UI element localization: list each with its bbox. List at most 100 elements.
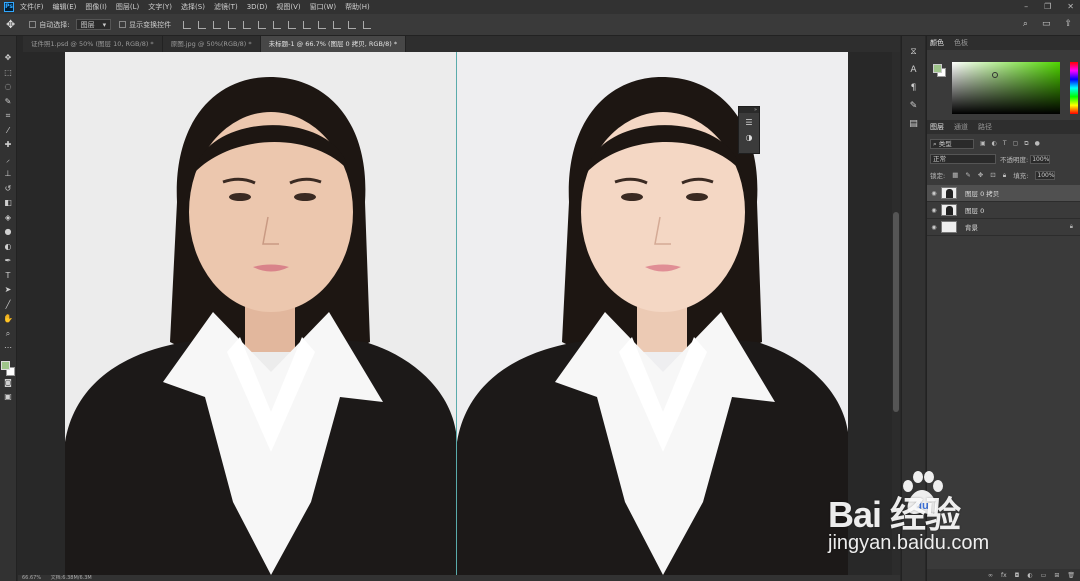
align-left-icon[interactable] xyxy=(228,20,237,29)
adjustments-icon[interactable]: ◑ xyxy=(744,133,754,143)
brush-tool-icon[interactable]: ⸝ xyxy=(3,154,14,165)
lock-artboard-icon[interactable]: ⊡ xyxy=(990,171,995,179)
dodge-tool-icon[interactable]: ◐ xyxy=(3,241,14,252)
menu-edit[interactable]: 编辑(E) xyxy=(53,2,77,12)
move-tool-icon[interactable]: ✥ xyxy=(6,18,15,31)
screen-mode-icon[interactable]: ▣ xyxy=(3,391,14,402)
add-mask-icon[interactable]: ◘ xyxy=(1015,572,1020,579)
distribute-hcenter-icon[interactable] xyxy=(333,20,342,29)
lock-all-icon[interactable]: 🔒︎ xyxy=(1003,171,1006,180)
menu-layer[interactable]: 图层(L) xyxy=(116,2,139,12)
align-top-icon[interactable] xyxy=(183,20,192,29)
menu-3d[interactable]: 3D(D) xyxy=(247,3,268,11)
lock-paint-icon[interactable]: ✎ xyxy=(965,171,970,179)
link-layers-icon[interactable]: ∞ xyxy=(988,572,993,579)
eye-icon[interactable]: ◉ xyxy=(927,224,941,231)
menu-select[interactable]: 选择(S) xyxy=(181,2,205,12)
minimize-icon[interactable]: – xyxy=(1024,2,1028,11)
hue-slider[interactable] xyxy=(1070,62,1078,114)
distribute-vcenter-icon[interactable] xyxy=(288,20,297,29)
align-bottom-icon[interactable] xyxy=(213,20,222,29)
menu-type[interactable]: 文字(Y) xyxy=(148,2,172,12)
panel-foreground-swatch[interactable] xyxy=(933,64,942,73)
menu-file[interactable]: 文件(F) xyxy=(20,2,44,12)
zoom-tool-icon[interactable]: ⌕ xyxy=(3,328,14,339)
paragraph-icon[interactable]: ¶ xyxy=(908,82,920,94)
pen-tool-icon[interactable]: ✒ xyxy=(3,255,14,266)
tab-channels[interactable]: 通道 xyxy=(954,122,968,132)
canvas-area[interactable] xyxy=(18,52,900,575)
lock-pixels-icon[interactable]: ▦ xyxy=(952,171,958,179)
scroll-thumb[interactable] xyxy=(893,212,899,412)
color-picker-field[interactable] xyxy=(952,62,1060,114)
quick-mask-icon[interactable]: ◙ xyxy=(3,377,14,388)
tab-color[interactable]: 颜色 xyxy=(930,38,944,48)
foreground-color-swatch[interactable] xyxy=(1,360,10,370)
new-layer-icon[interactable]: ⊞ xyxy=(1054,572,1059,579)
lasso-tool-icon[interactable]: ◌ xyxy=(3,81,14,92)
tab-document-2[interactable]: 原图.jpg @ 50%(RGB/8) * xyxy=(163,36,261,52)
menu-view[interactable]: 视图(V) xyxy=(276,2,300,12)
filter-smart-icon[interactable]: ⧉ xyxy=(1024,140,1028,148)
distribute-right-icon[interactable] xyxy=(348,20,357,29)
fill-field[interactable]: 100% xyxy=(1035,170,1056,180)
menu-filter[interactable]: 滤镜(T) xyxy=(214,2,238,12)
delete-layer-icon[interactable]: 🗑︎ xyxy=(1067,572,1075,579)
filter-adjustment-icon[interactable]: ◐ xyxy=(992,140,997,148)
show-transform-checkbox[interactable] xyxy=(119,21,127,28)
hand-tool-icon[interactable]: ✋ xyxy=(3,313,14,324)
crop-tool-icon[interactable]: ⌗ xyxy=(3,110,14,121)
tab-swatches[interactable]: 色板 xyxy=(954,38,968,48)
history-icon[interactable]: ⧖ xyxy=(908,46,920,58)
line-tool-icon[interactable]: ╱ xyxy=(3,299,14,310)
quick-select-tool-icon[interactable]: ✎ xyxy=(3,96,14,107)
zoom-readout[interactable]: 66.67% xyxy=(22,575,41,581)
auto-select-checkbox[interactable] xyxy=(29,21,37,28)
distribute-top-icon[interactable] xyxy=(273,20,282,29)
align-right-icon[interactable] xyxy=(258,20,267,29)
paint-bucket-tool-icon[interactable]: ◈ xyxy=(3,212,14,223)
layer-row[interactable]: ◉ 背景 🔒︎ xyxy=(927,219,1080,236)
color-swatches[interactable] xyxy=(1,360,15,377)
healing-brush-tool-icon[interactable]: ✚ xyxy=(3,139,14,150)
workspace-icon[interactable]: ▭ xyxy=(1042,19,1051,29)
brush-settings-icon[interactable]: ✎ xyxy=(908,100,920,112)
opacity-field[interactable]: 100% xyxy=(1030,154,1051,164)
layer-style-icon[interactable]: fx xyxy=(1001,572,1007,579)
tab-layers[interactable]: 图层 xyxy=(930,122,944,132)
path-select-tool-icon[interactable]: ➤ xyxy=(3,284,14,295)
align-hcenter-icon[interactable] xyxy=(243,20,252,29)
search-icon[interactable]: ⌕ xyxy=(1023,19,1028,29)
filter-toggle-icon[interactable]: ● xyxy=(1035,140,1040,148)
tab-paths[interactable]: 路径 xyxy=(978,122,992,132)
layer-filter-dropdown[interactable]: ⌕ 类型 xyxy=(930,139,974,149)
filter-type-icon[interactable]: T xyxy=(1003,140,1007,148)
lock-position-icon[interactable]: ✥ xyxy=(978,171,983,179)
layer-row[interactable]: ◉ 图层 0 拷贝 xyxy=(927,185,1080,202)
tab-document-1[interactable]: 证件照1.psd @ 50% (图层 10, RGB/8) * xyxy=(23,36,163,52)
filter-pixel-icon[interactable]: ▣ xyxy=(980,140,986,148)
properties-icon[interactable]: ☰ xyxy=(744,118,754,128)
color-picker-cursor[interactable] xyxy=(992,72,998,78)
eyedropper-tool-icon[interactable]: ⁄ xyxy=(3,125,14,136)
libraries-icon[interactable]: ▤ xyxy=(908,118,920,130)
auto-align-icon[interactable] xyxy=(363,20,372,29)
auto-select-dropdown[interactable]: 图层 ▾ xyxy=(75,19,112,30)
align-vcenter-icon[interactable] xyxy=(198,20,207,29)
adjustment-layer-icon[interactable]: ◐ xyxy=(1027,572,1032,579)
menu-help[interactable]: 帮助(H) xyxy=(345,2,370,12)
layer-row[interactable]: ◉ 图层 0 xyxy=(927,202,1080,219)
tab-document-3[interactable]: 未标题-1 @ 66.7% (图层 0 拷贝, RGB/8) * xyxy=(260,36,407,52)
character-icon[interactable]: A xyxy=(908,64,920,76)
distribute-bottom-icon[interactable] xyxy=(303,20,312,29)
eye-icon[interactable]: ◉ xyxy=(927,207,941,214)
close-icon[interactable]: ✕ xyxy=(1067,2,1074,11)
clone-stamp-tool-icon[interactable]: ⊥ xyxy=(3,168,14,179)
blend-mode-dropdown[interactable]: 正常 xyxy=(930,154,996,164)
filter-shape-icon[interactable]: ▢ xyxy=(1013,140,1019,148)
type-tool-icon[interactable]: T xyxy=(3,270,14,281)
more-tools-icon[interactable]: ⋯ xyxy=(3,342,14,353)
move-tool-icon[interactable]: ✥ xyxy=(3,52,14,63)
eraser-tool-icon[interactable]: ◧ xyxy=(3,197,14,208)
new-group-icon[interactable]: ▭ xyxy=(1041,572,1047,579)
